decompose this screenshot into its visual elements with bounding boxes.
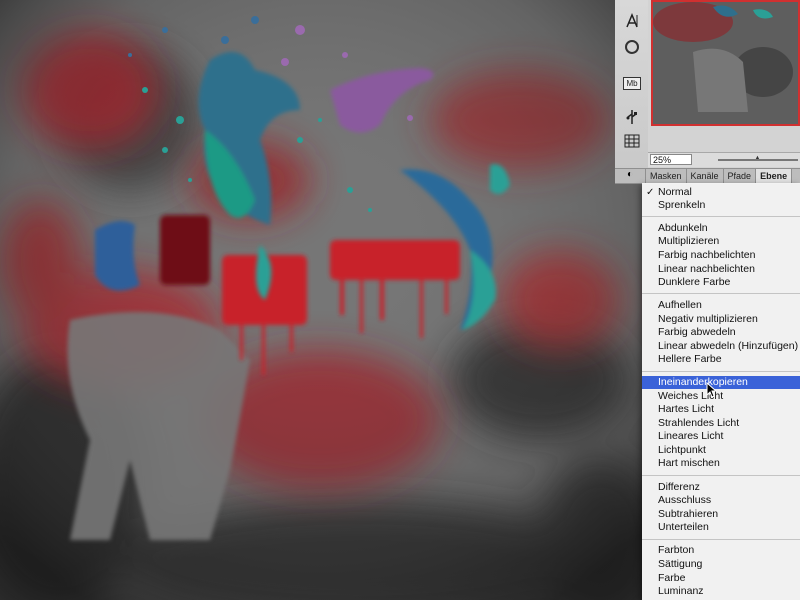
tab-kanaele[interactable]: Kanäle	[687, 169, 724, 183]
menu-item-ineinanderkopieren[interactable]: Ineinanderkopieren	[642, 376, 800, 389]
navigator-preview	[653, 2, 798, 124]
menu-item-farbe[interactable]: Farbe	[642, 572, 800, 585]
menu-item-sprenkeln[interactable]: Sprenkeln	[642, 199, 800, 212]
document-canvas[interactable]	[0, 0, 642, 600]
menu-item-luminanz[interactable]: Luminanz	[642, 585, 800, 598]
tab-masken[interactable]: Masken	[645, 169, 687, 183]
zoom-slider[interactable]	[718, 159, 798, 161]
zoom-out-icon[interactable]: ▲	[753, 153, 762, 163]
tab-pfade[interactable]: Pfade	[724, 169, 757, 183]
menu-item-normal[interactable]: Normal	[642, 186, 800, 199]
grid-icon[interactable]	[621, 130, 643, 152]
menu-item-saettigung[interactable]: Sättigung	[642, 558, 800, 571]
menu-item-differenz[interactable]: Differenz	[642, 481, 800, 494]
menu-item-hartes-licht[interactable]: Hartes Licht	[642, 403, 800, 416]
menu-item-linear-nachbelichten[interactable]: Linear nachbelichten	[642, 263, 800, 276]
menu-item-abdunkeln[interactable]: Abdunkeln	[642, 222, 800, 235]
mb-label: Mb	[623, 76, 641, 90]
menu-item-hellere-farbe[interactable]: Hellere Farbe	[642, 353, 800, 366]
text-tool-icon[interactable]	[621, 10, 643, 32]
mb-icon[interactable]: Mb	[621, 72, 643, 94]
menu-item-farbton[interactable]: Farbton	[642, 544, 800, 557]
tab-ebenen[interactable]: Ebene	[756, 169, 793, 183]
blend-mode-menu: Normal Sprenkeln Abdunkeln Multipliziere…	[642, 183, 800, 600]
menu-item-negativ-multiplizieren[interactable]: Negativ multiplizieren	[642, 313, 800, 326]
menu-item-hart-mischen[interactable]: Hart mischen	[642, 457, 800, 470]
zoom-input[interactable]: 25%	[650, 154, 692, 165]
navigator-thumbnail[interactable]	[651, 0, 800, 126]
menu-item-subtrahieren[interactable]: Subtrahieren	[642, 508, 800, 521]
menu-separator	[642, 216, 800, 217]
menu-item-multiplizieren[interactable]: Multiplizieren	[642, 235, 800, 248]
usb-icon[interactable]	[621, 106, 643, 128]
menu-separator	[642, 293, 800, 294]
circle-tool-icon[interactable]	[621, 36, 643, 58]
menu-item-linear-abwedeln[interactable]: Linear abwedeln (Hinzufügen)	[642, 340, 800, 353]
menu-item-aufhellen[interactable]: Aufhellen	[642, 299, 800, 312]
panel-options-icon[interactable]: ◐	[627, 168, 639, 182]
menu-item-unterteilen[interactable]: Unterteilen	[642, 521, 800, 534]
navigator-panel: 25% ▲	[648, 0, 800, 168]
menu-separator	[642, 475, 800, 476]
menu-item-dunklere-farbe[interactable]: Dunklere Farbe	[642, 276, 800, 289]
menu-item-farbig-nachbelichten[interactable]: Farbig nachbelichten	[642, 249, 800, 262]
panel-tabs: Masken Kanäle Pfade Ebene	[615, 168, 800, 184]
menu-item-lichtpunkt[interactable]: Lichtpunkt	[642, 444, 800, 457]
menu-separator	[642, 539, 800, 540]
tool-strip: Mb	[615, 0, 649, 170]
mouse-cursor-icon	[706, 382, 718, 398]
menu-item-strahlendes-licht[interactable]: Strahlendes Licht	[642, 417, 800, 430]
menu-item-weiches-licht[interactable]: Weiches Licht	[642, 390, 800, 403]
menu-item-ausschluss[interactable]: Ausschluss	[642, 494, 800, 507]
menu-separator	[642, 371, 800, 372]
canvas-artwork	[0, 0, 642, 600]
menu-item-lineares-licht[interactable]: Lineares Licht	[642, 430, 800, 443]
menu-item-farbig-abwedeln[interactable]: Farbig abwedeln	[642, 326, 800, 339]
navigator-zoom-bar: 25% ▲	[648, 152, 800, 167]
